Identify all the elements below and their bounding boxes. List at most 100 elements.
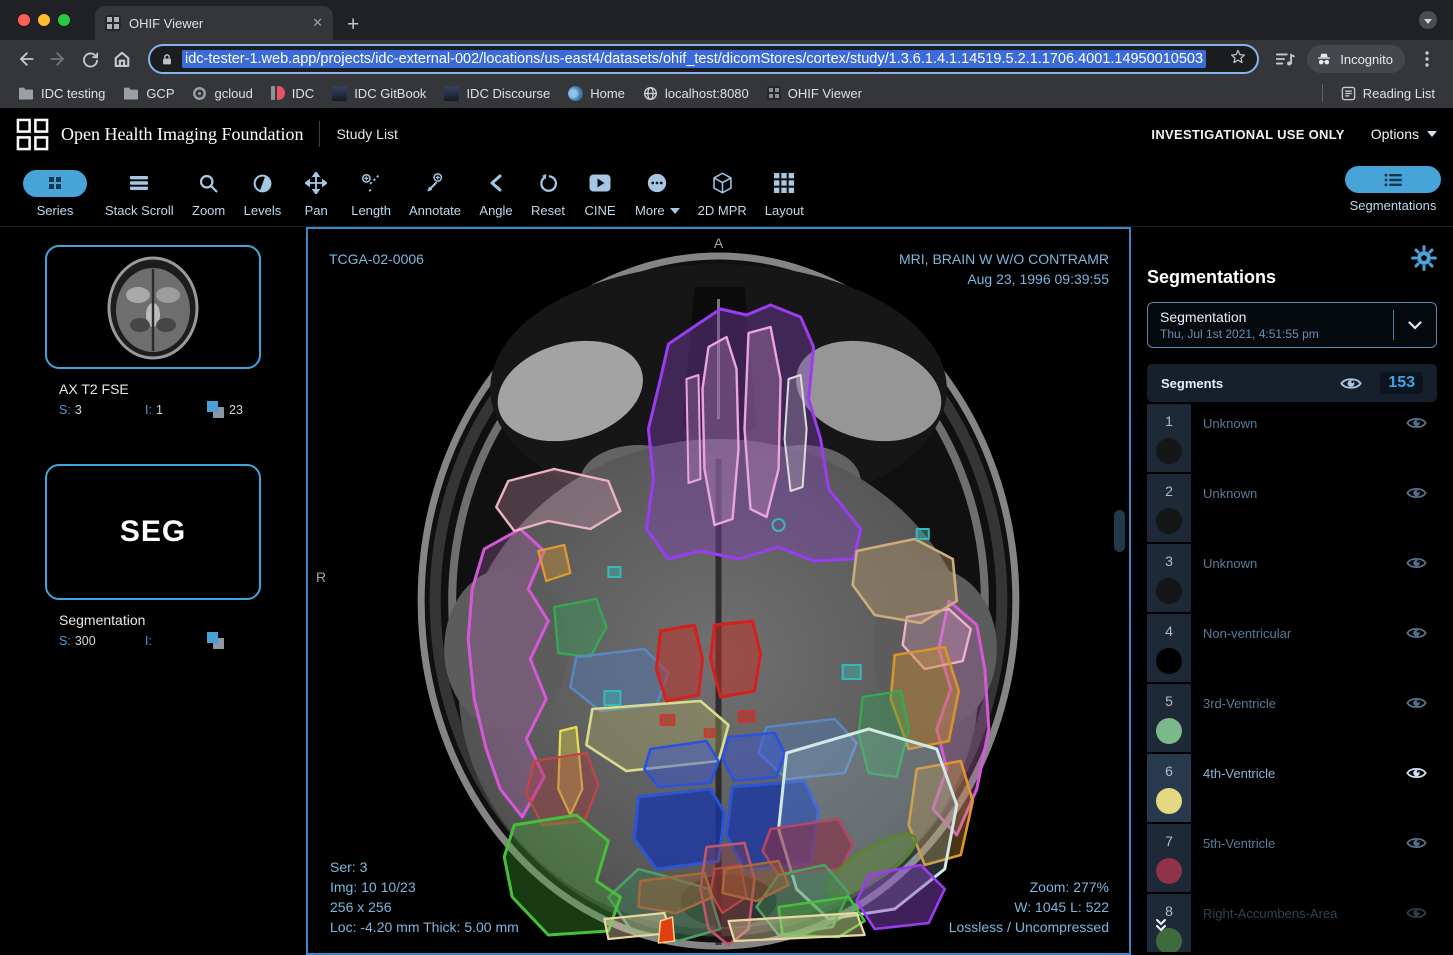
ohif-logo[interactable] (16, 118, 49, 151)
segment-row[interactable]: 4 Non-ventricular (1147, 614, 1437, 682)
browser-menu-kebab-icon[interactable] (1413, 45, 1441, 73)
back-button[interactable] (12, 45, 40, 73)
segment-row[interactable]: 8 Right-Accumbens-Area (1147, 894, 1437, 952)
orientation-marker-anterior: A (714, 235, 723, 251)
bookmark-gcloud[interactable]: gcloud (184, 83, 260, 104)
segment-row-body: Right-Accumbens-Area (1191, 894, 1437, 952)
incognito-icon (1315, 51, 1333, 67)
url-bar[interactable]: idc-tester-1.web.app/projects/idc-extern… (148, 44, 1259, 74)
bookmarks-bar: IDC testing GCP gcloud IDC IDC GitBook I… (0, 78, 1453, 108)
orientation-marker-right: R (316, 569, 326, 585)
chevron-down-icon[interactable] (1394, 321, 1436, 330)
tool-2d-mpr[interactable]: 2D MPR (689, 166, 756, 220)
segment-visibility-eye-icon[interactable] (1406, 626, 1427, 682)
bookmark-idc-discourse[interactable]: IDC Discourse (436, 83, 558, 104)
segment-row[interactable]: 2 Unknown (1147, 474, 1437, 542)
tool-more[interactable]: More (626, 166, 689, 220)
series-thumbnail-ax-t2[interactable]: AX T2 FSE S:3 I:1 23 (45, 245, 261, 418)
bookmark-idc-testing[interactable]: IDC testing (10, 83, 113, 104)
investigational-use-label: INVESTIGATIONAL USE ONLY (1151, 127, 1344, 142)
tool-angle[interactable]: Angle (470, 166, 522, 220)
segment-visibility-eye-icon[interactable] (1406, 766, 1427, 822)
maximize-window-button[interactable] (58, 14, 70, 26)
tab-close-icon[interactable]: ✕ (312, 15, 323, 31)
bookmark-ohif-viewer[interactable]: OHIF Viewer (759, 83, 870, 104)
discourse-icon (444, 86, 459, 101)
tool-annotate[interactable]: Annotate (400, 166, 470, 220)
url-text[interactable]: idc-tester-1.web.app/projects/idc-extern… (182, 50, 1206, 68)
tool-series[interactable]: Series (14, 166, 96, 220)
tool-zoom[interactable]: Zoom (183, 166, 235, 220)
forward-button[interactable] (44, 45, 72, 73)
segment-row[interactable]: 6 4th-Ventricle (1147, 754, 1437, 822)
image-viewport[interactable]: TCGA-02-0006 MRI, BRAIN W W/O CONTRAMR A… (306, 227, 1131, 955)
segment-row[interactable]: 1 Unknown (1147, 404, 1437, 472)
segment-index-cell: 2 (1147, 474, 1191, 542)
viewport-scrollbar-thumb[interactable] (1114, 510, 1125, 552)
bookmark-star-icon[interactable] (1221, 48, 1247, 71)
scroll-more-double-chevron-icon[interactable] (1153, 917, 1169, 938)
divider (1322, 84, 1323, 102)
browser-tab[interactable]: OHIF Viewer ✕ (95, 6, 333, 40)
tool-stack-scroll[interactable]: Stack Scroll (96, 166, 183, 220)
segment-color-dot (1156, 438, 1182, 464)
tab-title: OHIF Viewer (129, 16, 304, 31)
segment-color-dot (1156, 578, 1182, 604)
tool-pan[interactable]: Pan (290, 166, 342, 220)
study-list-link[interactable]: Study List (336, 126, 397, 142)
bookmark-home[interactable]: Home (560, 83, 633, 104)
series-thumbnail-seg[interactable]: SEG Segmentation S:300 I: (45, 464, 261, 649)
options-menu[interactable]: Options (1371, 126, 1437, 142)
segmentations-panel: Segmentations Segmentation Thu, Jul 1st … (1131, 227, 1453, 955)
browser-update-badge[interactable] (1419, 11, 1437, 29)
segment-row[interactable]: 5 3rd-Ventricle (1147, 684, 1437, 752)
settings-gear-icon[interactable] (1411, 245, 1437, 276)
segmentations-active-pill (1345, 166, 1441, 193)
segment-visibility-eye-icon[interactable] (1406, 906, 1427, 952)
tool-reset[interactable]: Reset (522, 166, 574, 220)
new-tab-button[interactable]: + (347, 14, 359, 35)
close-window-button[interactable] (18, 14, 30, 26)
reading-list-button[interactable]: Reading List (1333, 83, 1443, 104)
patient-id-overlay: TCGA-02-0006 (329, 249, 424, 269)
segment-color-dot (1156, 508, 1182, 534)
media-controls-icon[interactable] (1271, 45, 1299, 73)
segment-row-body: Unknown (1191, 474, 1437, 542)
stack-scroll-icon (129, 174, 149, 192)
length-icon (360, 172, 382, 194)
reload-button[interactable] (76, 45, 104, 73)
tool-cine[interactable]: CINE (574, 166, 626, 220)
toggle-all-visibility-eye-icon[interactable] (1340, 376, 1362, 391)
magnifier-icon (198, 173, 219, 194)
segment-row[interactable]: 3 Unknown (1147, 544, 1437, 612)
mri-brain-image (308, 229, 1129, 953)
segment-visibility-eye-icon[interactable] (1406, 696, 1427, 752)
segment-row-body: 4th-Ventricle (1191, 754, 1437, 822)
segment-visibility-eye-icon[interactable] (1406, 486, 1427, 542)
segment-label: 5th-Ventricle (1203, 836, 1275, 892)
tool-segmentations[interactable]: Segmentations (1345, 166, 1441, 213)
bookmark-localhost[interactable]: localhost:8080 (635, 83, 757, 104)
bookmark-idc[interactable]: IDC (263, 83, 322, 104)
segment-number: 4 (1165, 623, 1173, 639)
segment-visibility-eye-icon[interactable] (1406, 836, 1427, 892)
bookmark-idc-gitbook[interactable]: IDC GitBook (324, 83, 434, 104)
minimize-window-button[interactable] (38, 14, 50, 26)
series-title: AX T2 FSE (59, 381, 261, 397)
folder-icon (18, 86, 34, 100)
segment-visibility-eye-icon[interactable] (1406, 556, 1427, 612)
tool-levels[interactable]: Levels (235, 166, 291, 220)
segment-number: 2 (1165, 483, 1173, 499)
home-button[interactable] (108, 45, 136, 73)
bookmark-gcp[interactable]: GCP (115, 83, 182, 104)
zoom-level-overlay: Zoom: 277% (949, 877, 1109, 897)
tool-length[interactable]: Length (342, 166, 400, 220)
segment-visibility-eye-icon[interactable] (1406, 416, 1427, 472)
segmentation-name: Segmentation (1160, 309, 1393, 325)
segment-number: 6 (1165, 763, 1173, 779)
segment-row[interactable]: 7 5th-Ventricle (1147, 824, 1437, 892)
tool-layout[interactable]: Layout (756, 166, 813, 220)
segmentation-selector-dropdown[interactable]: Segmentation Thu, Jul 1st 2021, 4:51:55 … (1147, 302, 1437, 348)
more-dots-icon (646, 172, 668, 194)
segment-count-badge: 153 (1380, 372, 1423, 394)
